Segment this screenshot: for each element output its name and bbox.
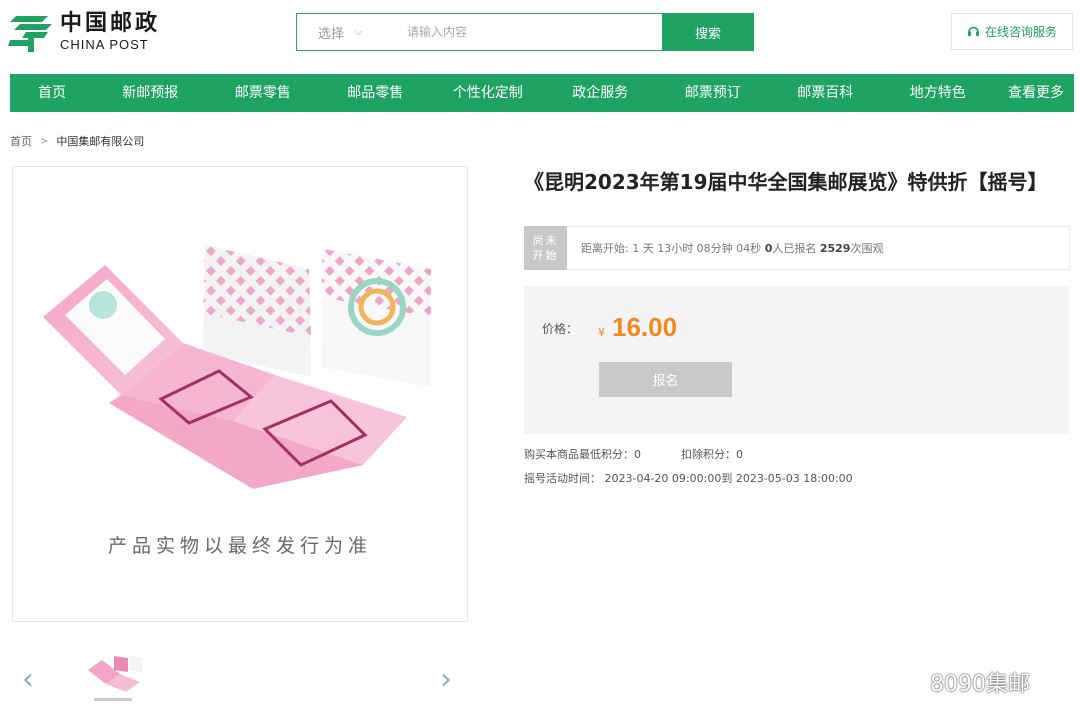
search-bar: 选择 ⌵ 搜索 bbox=[296, 13, 754, 51]
logo-english-text: CHINA POST bbox=[60, 37, 149, 52]
activity-time: 摇号活动时间： 2023-04-20 09:00:00到 2023-05-03 … bbox=[524, 472, 853, 485]
china-post-logo[interactable]: 中国邮政 CHINA POST bbox=[8, 10, 160, 54]
stamp-folder-illustration bbox=[43, 245, 431, 489]
nav-item-more[interactable]: 查看更多 bbox=[994, 74, 1064, 112]
countdown-text: 距离开始: 1 天 13小时 08分钟 04秒 0人已报名 2529次围观 bbox=[581, 240, 883, 256]
view-count: 2529 bbox=[819, 242, 851, 255]
online-service-button[interactable]: 在线咨询服务 bbox=[951, 13, 1073, 50]
logo-chinese-text: 中国邮政 bbox=[60, 11, 161, 36]
search-button[interactable]: 搜索 bbox=[662, 13, 754, 51]
watermark-text: 8090集邮 bbox=[930, 672, 1030, 697]
status-badge: 尚未 开始 bbox=[524, 225, 567, 270]
price-panel: 价格： ¥ 16.00 报名 bbox=[524, 286, 1070, 434]
nav-item-local-specialties[interactable]: 地方特色 bbox=[882, 74, 995, 112]
breadcrumb-current[interactable]: 中国集邮有限公司 bbox=[56, 133, 144, 149]
carousel-next-icon[interactable]: › bbox=[440, 662, 452, 697]
nav-item-home[interactable]: 首页 bbox=[10, 74, 94, 112]
site-header: 中国邮政 CHINA POST 选择 ⌵ 搜索 在线咨询服务 bbox=[0, 0, 1080, 70]
min-points: 购买本商品最低积分：0 bbox=[524, 448, 641, 461]
online-service-label: 在线咨询服务 bbox=[984, 25, 1057, 39]
nav-item-stamp-retail[interactable]: 邮票零售 bbox=[207, 74, 320, 112]
nav-item-philatelic-retail[interactable]: 邮品零售 bbox=[319, 74, 432, 112]
nav-item-new-stamp-forecast[interactable]: 新邮预报 bbox=[94, 74, 207, 112]
search-select-label: 选择 bbox=[317, 26, 344, 42]
points-info: 购买本商品最低积分：0 扣除积分：0 bbox=[524, 446, 743, 462]
chevron-down-icon: ⌵ bbox=[353, 25, 363, 38]
product-main-image: 产品实物以最终发行为准 bbox=[12, 166, 468, 622]
product-title: 《昆明2023年第19届中华全国集邮展览》特供折【摇号】 bbox=[524, 170, 1048, 194]
wechat-icon bbox=[880, 665, 924, 698]
signup-button[interactable]: 报名 bbox=[599, 362, 732, 397]
headset-icon bbox=[967, 26, 979, 36]
countdown-prefix: 距离开始: 1 天 13小时 08分钟 04秒 bbox=[581, 242, 765, 255]
breadcrumb: 首页 > 中国集邮有限公司 bbox=[10, 133, 144, 149]
search-input[interactable] bbox=[383, 14, 662, 50]
nav-item-personalized[interactable]: 个性化定制 bbox=[432, 74, 545, 112]
price-currency: ¥ bbox=[598, 326, 605, 339]
price-label: 价格： bbox=[542, 322, 579, 336]
china-post-logo-icon bbox=[8, 16, 52, 52]
nav-item-government-services[interactable]: 政企服务 bbox=[544, 74, 657, 112]
search-category-select[interactable]: 选择 ⌵ bbox=[297, 14, 383, 50]
product-image-caption: 产品实物以最终发行为准 bbox=[107, 535, 372, 557]
watermark: 8090集邮 bbox=[880, 665, 1030, 699]
carousel-prev-icon[interactable]: ‹ bbox=[22, 662, 34, 697]
deduct-points: 扣除积分：0 bbox=[681, 448, 743, 461]
activity-status-bar: 尚未 开始 距离开始: 1 天 13小时 08分钟 04秒 0人已报名 2529… bbox=[524, 225, 1070, 270]
thumbnail-carousel: ‹ › bbox=[12, 648, 468, 718]
breadcrumb-home[interactable]: 首页 bbox=[10, 133, 32, 149]
product-thumbnail[interactable] bbox=[80, 648, 146, 710]
nav-item-stamp-booking[interactable]: 邮票预订 bbox=[657, 74, 770, 112]
main-nav: 首页 新邮预报 邮票零售 邮品零售 个性化定制 政企服务 邮票预订 邮票百科 地… bbox=[10, 74, 1074, 112]
view-suffix: 次围观 bbox=[850, 242, 884, 255]
signed-suffix: 人已报名 bbox=[772, 242, 820, 255]
status-badge-line2: 开始 bbox=[532, 248, 559, 262]
nav-item-stamp-encyclopedia[interactable]: 邮票百科 bbox=[769, 74, 882, 112]
chevron-right-icon: > bbox=[40, 135, 49, 147]
price-value: 16.00 bbox=[612, 312, 678, 342]
status-badge-line1: 尚未 bbox=[532, 233, 559, 247]
